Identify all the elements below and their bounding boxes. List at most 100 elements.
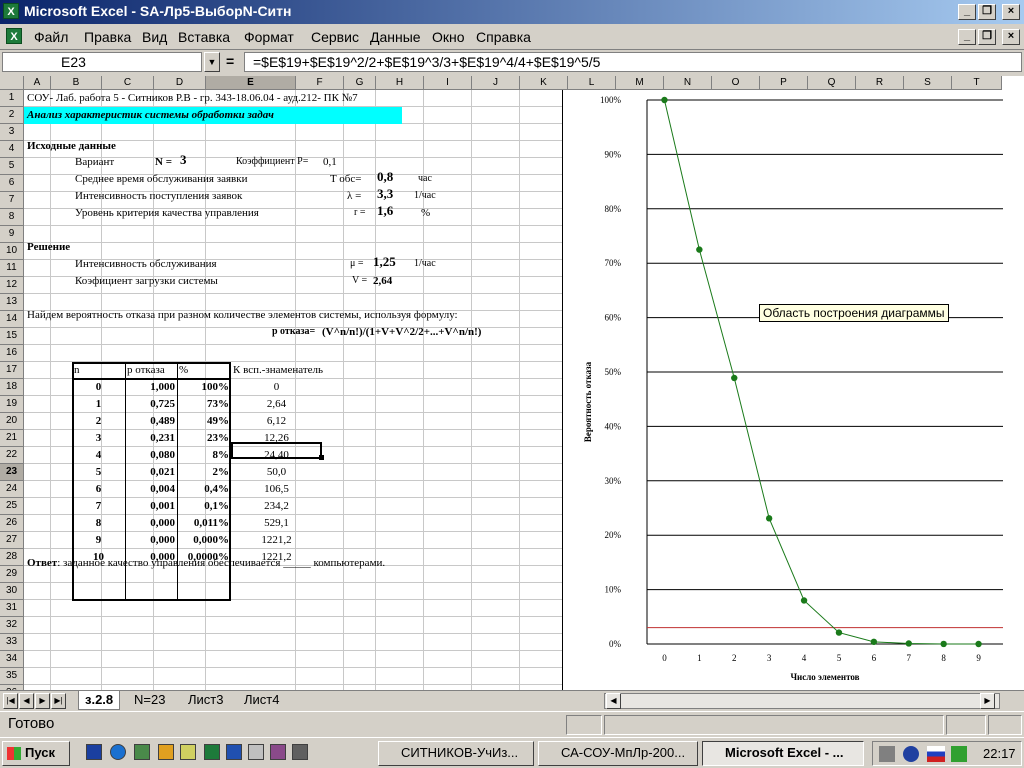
active-cell-e23[interactable]: [231, 442, 322, 459]
search-icon[interactable]: [248, 744, 264, 760]
row-header-33[interactable]: 33: [0, 634, 24, 651]
cell-f12[interactable]: V =: [352, 273, 367, 289]
column-header-d[interactable]: D: [154, 76, 206, 90]
table-cell[interactable]: 50,0: [233, 464, 320, 480]
row-header-3[interactable]: 3: [0, 124, 24, 141]
column-header-i[interactable]: I: [424, 76, 472, 90]
row-header-27[interactable]: 27: [0, 532, 24, 549]
column-header-m[interactable]: M: [616, 76, 664, 90]
row-header-22[interactable]: 22: [0, 447, 24, 464]
row-header-11[interactable]: 11: [0, 260, 24, 277]
cell-a10[interactable]: Решение: [27, 239, 70, 255]
row-header-6[interactable]: 6: [0, 175, 24, 192]
cell-f15[interactable]: (V^n/n!)/(1+V+V^2/2+...+V^n/n!): [322, 324, 481, 340]
column-header-o[interactable]: O: [712, 76, 760, 90]
cell-a14[interactable]: Найдем вероятность отказа при разном кол…: [27, 307, 458, 323]
menu-view[interactable]: Вид: [142, 29, 167, 45]
tab-z28[interactable]: з.2.8: [78, 691, 121, 710]
menu-file[interactable]: Файл: [34, 29, 68, 45]
table-cell[interactable]: 529,1: [233, 515, 320, 531]
row-header-31[interactable]: 31: [0, 600, 24, 617]
column-header-e[interactable]: E: [206, 76, 296, 90]
tab-n23[interactable]: N=23: [128, 691, 171, 710]
menu-data[interactable]: Данные: [370, 29, 421, 45]
cell-g7[interactable]: 3,3: [377, 186, 393, 202]
cell-g12[interactable]: 2,64: [373, 273, 392, 289]
row-header-8[interactable]: 8: [0, 209, 24, 226]
row-header-14[interactable]: 14: [0, 311, 24, 328]
cell-f8[interactable]: r =: [354, 205, 365, 221]
chevron-down-icon[interactable]: ▼: [204, 52, 220, 72]
restore-button[interactable]: ❐: [978, 4, 996, 20]
menu-format[interactable]: Формат: [244, 29, 294, 45]
column-header-p[interactable]: P: [760, 76, 808, 90]
excel-app-icon[interactable]: X: [3, 3, 19, 19]
row-header-15[interactable]: 15: [0, 328, 24, 345]
row-header-35[interactable]: 35: [0, 668, 24, 685]
cell-b7[interactable]: Интенсивность поступления заявок: [75, 188, 242, 204]
row-header-17[interactable]: 17: [0, 362, 24, 379]
row-header-25[interactable]: 25: [0, 498, 24, 515]
taskbar-excel[interactable]: Microsoft Excel - ...: [702, 741, 864, 766]
name-box[interactable]: E23: [2, 52, 202, 72]
table-cell[interactable]: 106,5: [233, 481, 320, 497]
cell-b5[interactable]: Вариант: [75, 154, 114, 170]
worksheet[interactable]: ABCDEFGHIJKLMNOPQRST 1 2 3 4 5 6 7 8 9 10 11 12 13 14…: [0, 76, 1024, 690]
word-icon[interactable]: [226, 744, 242, 760]
last-sheet-button[interactable]: ▶|: [51, 693, 66, 709]
table-header[interactable]: К всп.-знаменатель: [233, 362, 323, 378]
row-header-5[interactable]: 5: [0, 158, 24, 175]
cell-e15[interactable]: p отказа=: [272, 324, 315, 340]
column-header-q[interactable]: Q: [808, 76, 856, 90]
row-header-34[interactable]: 34: [0, 651, 24, 668]
tool-icon[interactable]: [292, 744, 308, 760]
doc-minimize-button[interactable]: _: [958, 29, 976, 45]
row-header-4[interactable]: 4: [0, 141, 24, 158]
volume-icon[interactable]: [879, 746, 895, 762]
tab-list3[interactable]: Лист3: [182, 691, 229, 710]
line-chart[interactable]: 0% 10% 20% 30% 40% 50% 60% 70% 80% 90% 100% 0 1 2 3 4 5 6…: [563, 90, 1024, 690]
cell-d5[interactable]: 3: [180, 152, 187, 168]
column-header-t[interactable]: T: [952, 76, 1002, 90]
cell-b6[interactable]: Среднее время обслуживания заявки: [75, 171, 247, 187]
cell-h7[interactable]: 1/час: [414, 188, 436, 204]
language-flag-icon[interactable]: [927, 746, 945, 762]
cell-f6[interactable]: T обс=: [330, 171, 361, 187]
menu-help[interactable]: Справка: [476, 29, 531, 45]
row-header-1[interactable]: 1: [0, 90, 24, 107]
column-header-k[interactable]: K: [520, 76, 568, 90]
row-header-16[interactable]: 16: [0, 345, 24, 362]
column-header-s[interactable]: S: [904, 76, 952, 90]
cell-f5[interactable]: 0,1: [323, 154, 337, 170]
table-cell[interactable]: 6,12: [233, 413, 320, 429]
menu-insert[interactable]: Вставка: [178, 29, 230, 45]
select-all-corner[interactable]: [0, 76, 24, 90]
scroll-right-button[interactable]: ▶: [980, 693, 995, 709]
cell-c5[interactable]: N =: [155, 154, 172, 170]
row-header-19[interactable]: 19: [0, 396, 24, 413]
cell-b8[interactable]: Уровень критерия качества управления: [75, 205, 259, 221]
row-header-10[interactable]: 10: [0, 243, 24, 260]
horizontal-scrollbar[interactable]: [604, 693, 1000, 709]
cell-a2[interactable]: Анализ характеристик системы обработки з…: [27, 107, 274, 123]
column-header-l[interactable]: L: [568, 76, 616, 90]
cell-g6[interactable]: 0,8: [377, 169, 393, 185]
cell-b12[interactable]: Коэфициент загрузки системы: [75, 273, 218, 289]
column-header-c[interactable]: C: [102, 76, 154, 90]
column-header-f[interactable]: F: [296, 76, 344, 90]
scroll-left-button[interactable]: ◀: [606, 693, 621, 709]
tab-list4[interactable]: Лист4: [238, 691, 285, 710]
cell-f11[interactable]: μ =: [350, 256, 364, 272]
column-header-r[interactable]: R: [856, 76, 904, 90]
row-header-26[interactable]: 26: [0, 515, 24, 532]
row-header-12[interactable]: 12: [0, 277, 24, 294]
row-header-23[interactable]: 23: [0, 464, 24, 481]
first-sheet-button[interactable]: |◀: [3, 693, 18, 709]
column-header-h[interactable]: H: [376, 76, 424, 90]
minimize-button[interactable]: _: [958, 4, 976, 20]
cell-e5[interactable]: Коэффициент P=: [236, 154, 308, 170]
formula-input[interactable]: =$E$19+$E$19^2/2+$E$19^3/3+$E$19^4/4+$E$…: [244, 52, 1022, 72]
cell-b11[interactable]: Интенсивность обслуживания: [75, 256, 217, 272]
taskbar-word-doc-1[interactable]: СИТНИКОВ-УчИз...: [378, 741, 534, 766]
fill-handle[interactable]: [319, 455, 324, 460]
